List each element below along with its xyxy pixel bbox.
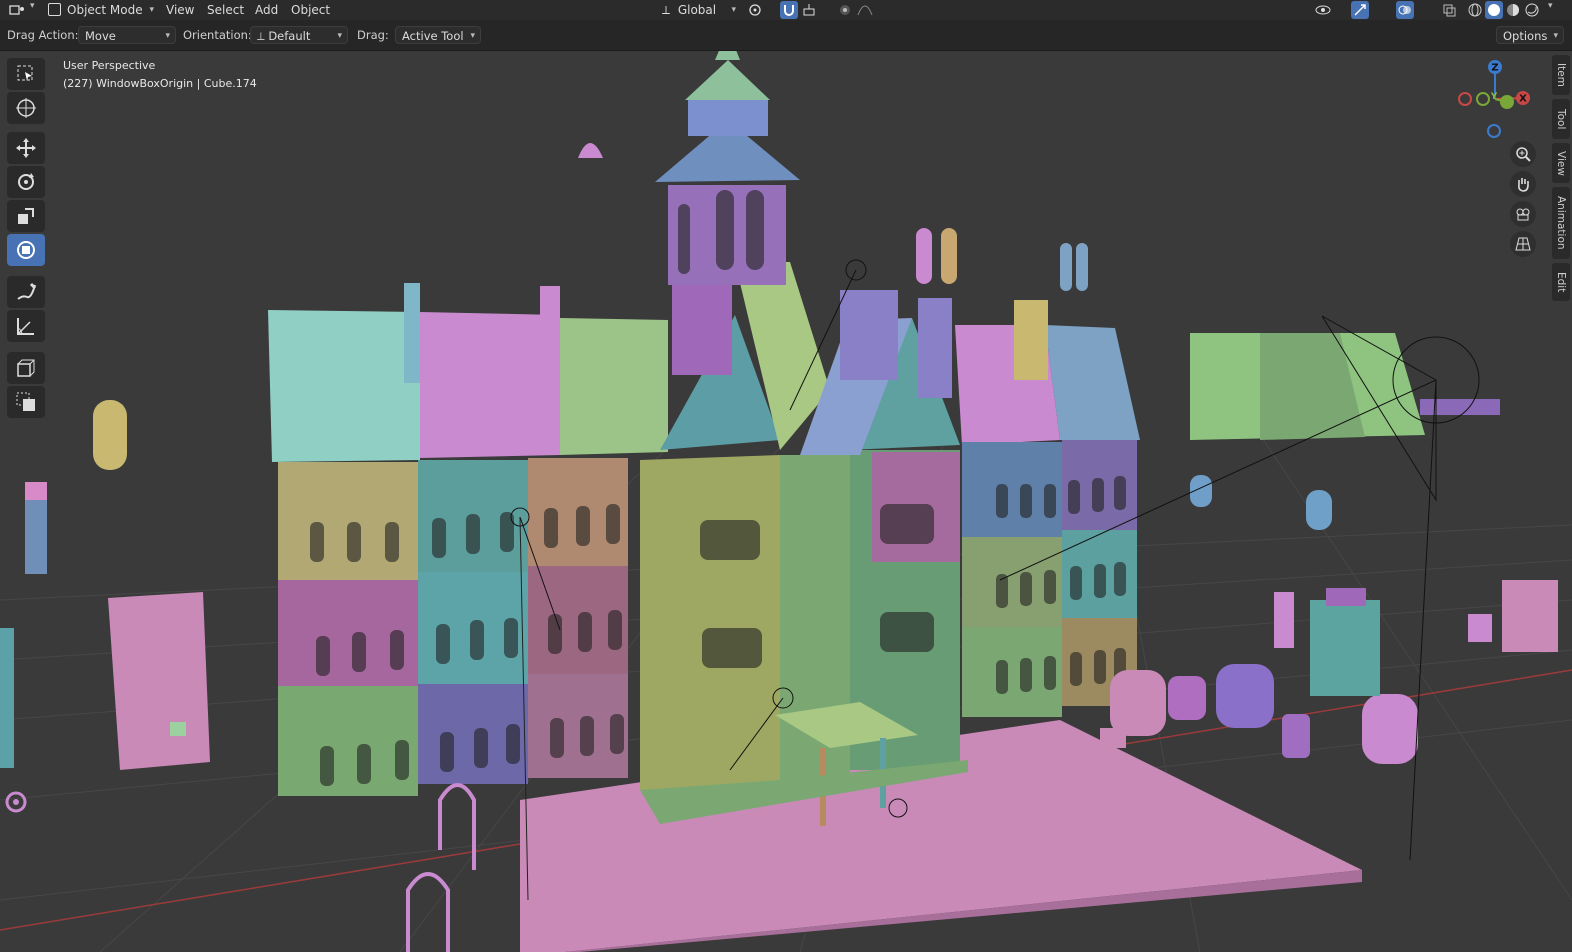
tab-tool[interactable]: Tool [1552, 99, 1570, 139]
menu-add[interactable]: Add [255, 1, 278, 19]
cursor-tool[interactable] [7, 92, 45, 124]
viewport-info: User Perspective (227) WindowBoxOrigin |… [63, 57, 257, 93]
drag-tool-dropdown[interactable]: Active Tool ▾ [395, 26, 481, 44]
tab-animation[interactable]: Animation [1552, 187, 1570, 259]
drag-action-dropdown[interactable]: Move ▾ [78, 26, 176, 44]
transform-icon [17, 241, 35, 259]
move-icon [16, 138, 36, 158]
gizmo-z-label: Z [1491, 63, 1498, 74]
tab-tool-label: Tool [1555, 108, 1567, 130]
left-wing-roof [268, 310, 420, 462]
falloff-curve-icon[interactable] [856, 1, 874, 19]
tab-view-label: View [1555, 150, 1567, 176]
overlays-toggle-icon[interactable] [1396, 1, 1414, 19]
hand-icon [1518, 178, 1529, 192]
annotate-tool[interactable] [7, 276, 45, 308]
pan-view-button[interactable] [1510, 171, 1536, 197]
measure-icon [17, 318, 34, 335]
scale-cage-icon [16, 392, 35, 411]
shading-wireframe-icon[interactable] [1466, 1, 1484, 19]
3d-viewport[interactable] [0, 0, 1572, 952]
transform-tool[interactable] [7, 234, 45, 266]
orientation-dropdown[interactable]: ⟂ Default ▾ [250, 26, 348, 44]
add-cube-icon [17, 359, 35, 377]
editor-type-icon[interactable] [8, 1, 26, 19]
scale-tool[interactable] [7, 200, 45, 232]
tab-edit-label: Edit [1555, 271, 1567, 293]
drag-label: Drag: [357, 28, 389, 42]
tab-item-label: Item [1555, 63, 1567, 87]
orientation-label: Orientation: [183, 28, 252, 42]
menu-object[interactable]: Object [291, 1, 330, 19]
active-object-label: (227) WindowBoxOrigin | Cube.174 [63, 77, 257, 90]
select-box-icon [17, 65, 33, 81]
options-dropdown[interactable]: Options ▾ [1496, 26, 1564, 44]
orientation-value: Default [268, 29, 311, 43]
select-box-tool[interactable] [7, 58, 45, 90]
drag-action-label: Drag Action: [7, 28, 79, 42]
shading-material-icon[interactable] [1504, 1, 1522, 19]
shading-rendered-icon[interactable] [1523, 1, 1541, 19]
gizmo-toggle-icon[interactable] [1351, 1, 1369, 19]
rotate-icon [18, 173, 34, 190]
shading-options-chevron-icon[interactable]: ▾ [1548, 1, 1553, 11]
camera-icon [1516, 208, 1530, 221]
zoom-view-button[interactable] [1510, 141, 1536, 167]
snap-toggle-icon[interactable] [780, 1, 798, 19]
camera-view-button[interactable] [1510, 201, 1536, 227]
perspective-toggle-button[interactable] [1510, 231, 1536, 257]
object-mode-dropdown[interactable]: Object Mode ▾ [48, 1, 154, 19]
viewport-header: ▾ Object Mode ▾ View Select Add Object ⟂ … [0, 0, 1572, 20]
visibility-eye-icon[interactable] [1314, 1, 1332, 19]
cursor-icon [16, 98, 36, 118]
drag-action-value: Move [85, 29, 116, 43]
tab-edit[interactable]: Edit [1552, 263, 1570, 301]
shading-solid-icon[interactable] [1485, 1, 1503, 19]
annotate-icon [17, 282, 37, 300]
menu-select[interactable]: Select [207, 1, 244, 19]
xray-toggle-icon[interactable] [1440, 1, 1458, 19]
tab-item[interactable]: Item [1552, 55, 1570, 95]
orientation-axes-icon: ⟂ [662, 3, 671, 17]
gizmo-x-label: X [1519, 94, 1527, 105]
measure-tool[interactable] [7, 310, 45, 342]
rotate-tool[interactable] [7, 166, 45, 198]
options-label: Options [1503, 29, 1548, 43]
add-cube-tool[interactable] [7, 352, 45, 384]
move-tool[interactable] [7, 132, 45, 164]
perspective-label: User Perspective [63, 59, 156, 72]
snap-target-icon[interactable] [800, 1, 818, 19]
drag-tool-value: Active Tool [402, 29, 464, 43]
tab-animation-label: Animation [1555, 196, 1567, 250]
menu-view[interactable]: View [166, 1, 194, 19]
tool-settings-bar: Drag Action: Move ▾ Orientation: ⟂ Defaul… [0, 20, 1572, 51]
zoom-icon [1516, 147, 1531, 162]
scale-cage-tool[interactable] [7, 386, 45, 418]
transform-orientation-label: Global [677, 3, 717, 17]
gizmo-y-label: Y [1490, 92, 1498, 102]
object-mode-label: Object Mode [67, 3, 143, 17]
grid-perspective-icon [1515, 237, 1531, 251]
object-mode-icon [48, 3, 61, 16]
orientation-axes-icon: ⟂ [257, 29, 269, 43]
chevron-down-icon: ▾ [30, 1, 35, 11]
pivot-point-icon[interactable] [746, 1, 764, 19]
scale-icon [18, 208, 34, 224]
navigation-gizmo[interactable]: Z X Y [1450, 55, 1540, 145]
proportional-editing-icon[interactable] [836, 1, 854, 19]
transform-orientation-dropdown[interactable]: ⟂ Global ▾ [662, 1, 736, 19]
tab-view[interactable]: View [1552, 143, 1570, 183]
